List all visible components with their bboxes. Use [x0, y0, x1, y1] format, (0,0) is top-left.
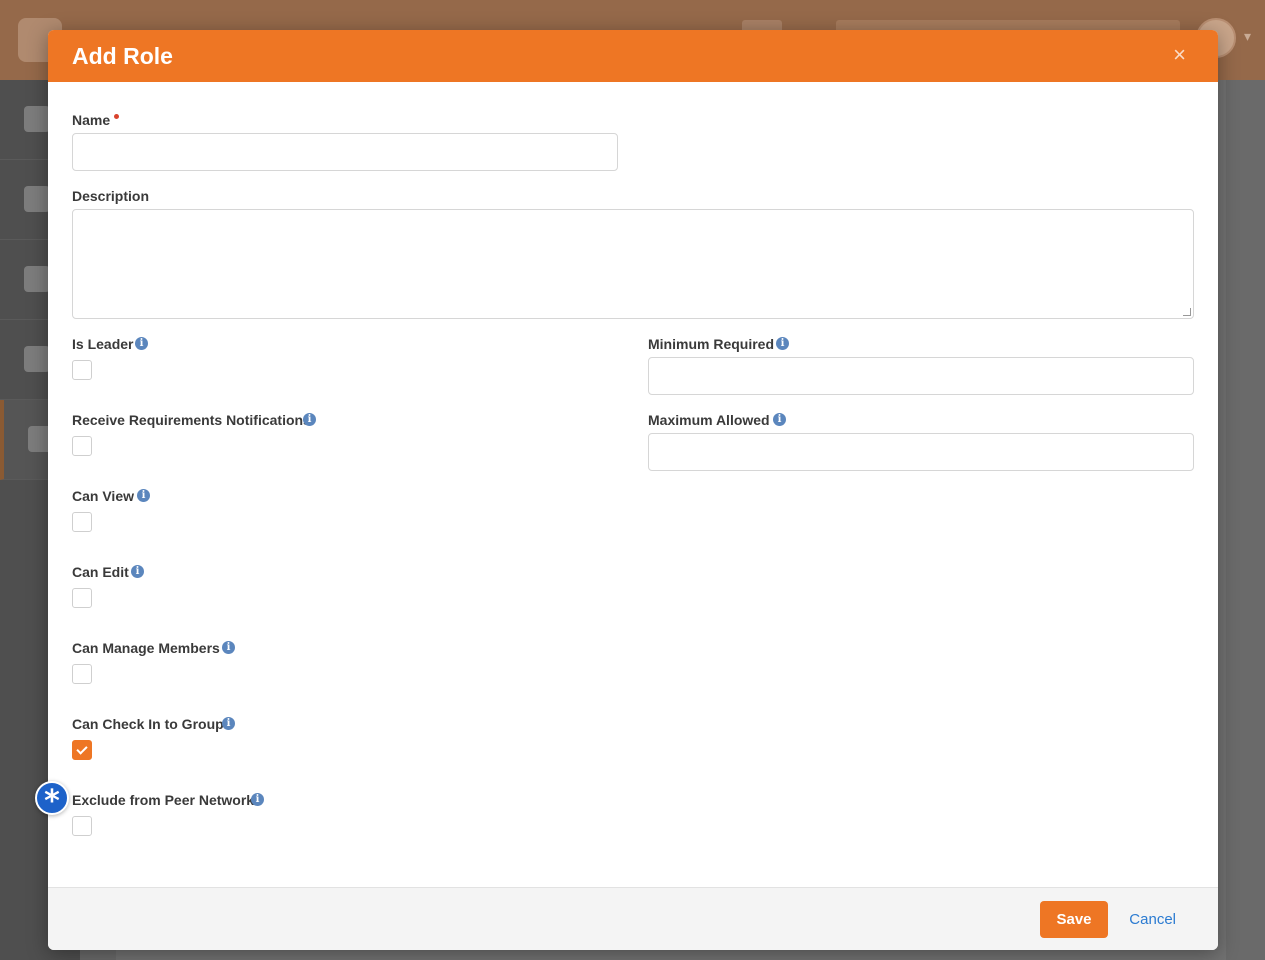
is-leader-checkbox[interactable]: [72, 360, 92, 380]
info-icon[interactable]: i: [222, 641, 235, 654]
info-icon[interactable]: i: [222, 717, 235, 730]
info-icon[interactable]: i: [131, 565, 144, 578]
person-icon: [24, 186, 50, 212]
info-icon[interactable]: i: [137, 489, 150, 502]
add-role-modal: Add Role × Name Description Is Leader i …: [48, 30, 1218, 950]
asterisk-icon[interactable]: *: [35, 781, 69, 819]
chevron-down-icon: ▾: [1244, 28, 1252, 44]
can-edit-checkbox[interactable]: [72, 588, 92, 608]
can-manage-members-label: Can Manage Members: [72, 640, 220, 656]
can-edit-label: Can Edit: [72, 564, 129, 580]
info-icon[interactable]: i: [251, 793, 264, 806]
can-check-in-label: Can Check In to Group: [72, 716, 224, 732]
exclude-peer-checkbox[interactable]: [72, 816, 92, 836]
description-textarea[interactable]: [72, 209, 1194, 319]
info-icon[interactable]: i: [776, 337, 789, 350]
can-check-in-checkbox[interactable]: [72, 740, 92, 760]
name-label: Name: [72, 112, 111, 128]
resize-handle[interactable]: [1183, 308, 1191, 316]
modal-footer: Save Cancel: [48, 887, 1218, 950]
receive-notifications-checkbox[interactable]: [72, 436, 92, 456]
document-icon: [24, 106, 50, 132]
can-manage-members-checkbox[interactable]: [72, 664, 92, 684]
name-input[interactable]: [72, 133, 618, 171]
wrench-icon: [24, 346, 50, 372]
minimum-required-label: Minimum Required: [648, 336, 775, 352]
modal-title: Add Role: [72, 43, 173, 69]
save-button[interactable]: Save: [1040, 901, 1108, 938]
modal-header: Add Role ×: [48, 30, 1218, 82]
maximum-allowed-label: Maximum Allowed: [648, 412, 770, 428]
maximum-allowed-input[interactable]: [648, 433, 1194, 471]
minimum-required-input[interactable]: [648, 357, 1194, 395]
modal-body: Name Description Is Leader i Receive Req…: [48, 82, 1218, 887]
is-leader-label: Is Leader: [72, 336, 134, 352]
info-icon[interactable]: i: [135, 337, 148, 350]
checkmark-icon: [76, 743, 88, 755]
can-view-label: Can View: [72, 488, 134, 504]
description-label: Description: [72, 188, 150, 204]
exclude-peer-label: Exclude from Peer Network: [72, 792, 255, 808]
receive-notifications-label: Receive Requirements Notifications: [72, 412, 311, 428]
info-icon[interactable]: i: [303, 413, 316, 426]
info-icon[interactable]: i: [773, 413, 786, 426]
can-view-checkbox[interactable]: [72, 512, 92, 532]
cancel-button[interactable]: Cancel: [1129, 911, 1176, 928]
close-icon[interactable]: ×: [1173, 44, 1186, 66]
required-indicator: [114, 114, 119, 119]
money-icon: [24, 266, 50, 292]
